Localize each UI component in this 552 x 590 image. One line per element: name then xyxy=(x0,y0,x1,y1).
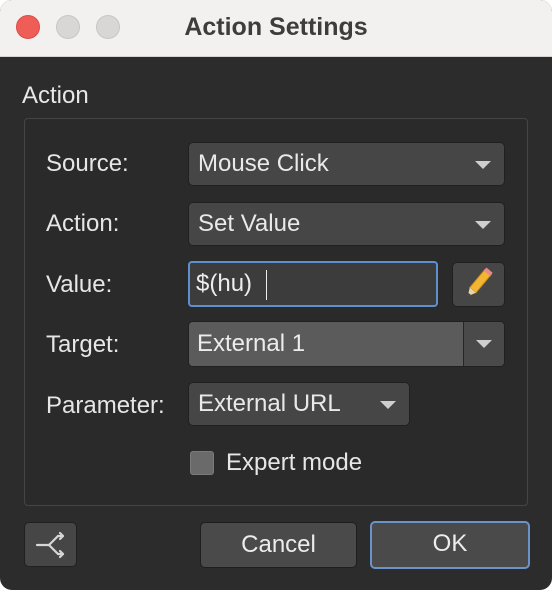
source-dropdown[interactable]: Mouse Click xyxy=(188,142,505,186)
target-combobox-text[interactable]: External 1 xyxy=(189,322,463,366)
expert-mode-checkbox[interactable] xyxy=(190,451,214,475)
value-input-text: $(hu) xyxy=(196,270,253,297)
action-settings-dialog: Action Settings Action Source: Mouse Cli… xyxy=(0,0,552,590)
chevron-down-icon xyxy=(475,161,491,169)
action-dropdown[interactable]: Set Value xyxy=(188,202,505,246)
text-caret xyxy=(266,270,267,300)
edit-value-button[interactable] xyxy=(452,262,505,307)
window-title: Action Settings xyxy=(184,13,368,41)
source-label: Source: xyxy=(46,150,129,177)
group-title: Action xyxy=(22,82,89,109)
parameter-label: Parameter: xyxy=(46,392,165,419)
action-dropdown-value: Set Value xyxy=(198,210,301,237)
pencil-icon xyxy=(467,267,493,297)
expert-mode-label[interactable]: Expert mode xyxy=(226,449,362,477)
target-label: Target: xyxy=(46,331,120,358)
action-label: Action: xyxy=(46,210,120,237)
value-label: Value: xyxy=(46,271,113,298)
routing-button[interactable] xyxy=(24,522,77,567)
title-bar: Action Settings xyxy=(0,0,552,57)
ok-button[interactable]: OK xyxy=(370,521,530,569)
chevron-down-icon xyxy=(475,221,491,229)
parameter-dropdown[interactable]: External URL xyxy=(188,382,410,426)
source-dropdown-value: Mouse Click xyxy=(198,150,329,177)
chevron-down-icon xyxy=(476,340,492,348)
parameter-dropdown-value: External URL xyxy=(198,390,341,417)
cancel-button[interactable]: Cancel xyxy=(200,522,357,568)
target-combobox: External 1 xyxy=(188,321,505,367)
target-combobox-button[interactable] xyxy=(463,322,504,366)
chevron-down-icon xyxy=(380,401,396,409)
branch-icon xyxy=(35,531,65,559)
value-input[interactable]: $(hu) xyxy=(188,261,438,307)
